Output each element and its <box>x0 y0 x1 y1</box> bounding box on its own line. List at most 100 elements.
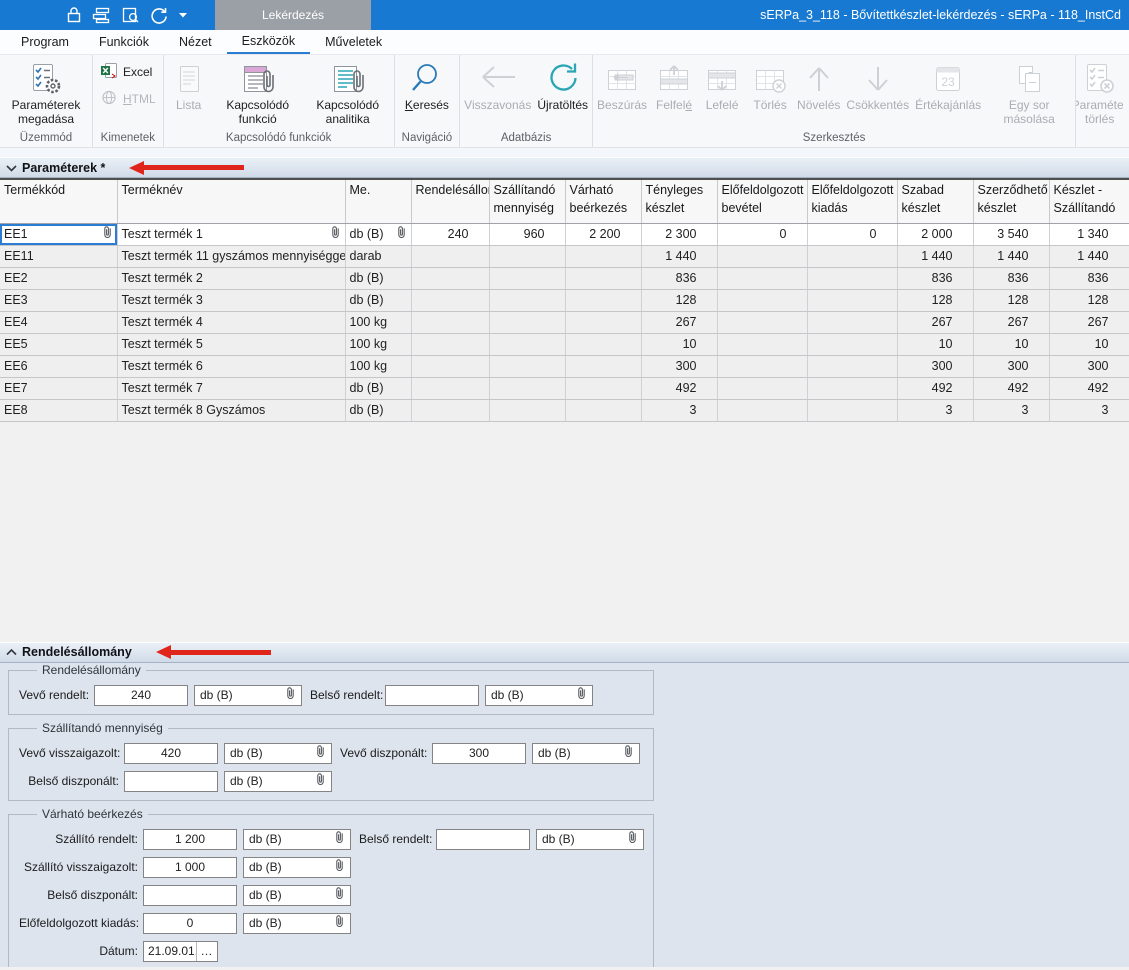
column-header-szabad-keszlet[interactable]: Szabad készlet <box>897 179 973 223</box>
cell-ee11-1[interactable]: Teszt termék 11 gyszámos mennyiséggel <box>117 245 345 267</box>
column-header-elofeldolgozott-bevetel[interactable]: Előfeldolgozott bevétel <box>717 179 807 223</box>
input-belso-diszponalt[interactable] <box>143 885 237 906</box>
cell-ee5-5[interactable] <box>565 333 641 355</box>
column-header-varhato-beerkezes[interactable]: Várható beérkezés <box>565 179 641 223</box>
cell-ee6-3[interactable] <box>411 355 489 377</box>
column-header-elofeldolgozott-kiadas[interactable]: Előfeldolgozott kiadás <box>807 179 897 223</box>
cell-ee4-1[interactable]: Teszt termék 4 <box>117 311 345 333</box>
cell-ee3-1[interactable]: Teszt termék 3 <box>117 289 345 311</box>
cell-ee5-7[interactable] <box>717 333 807 355</box>
ribbon-button-kapcsolodo-analitika[interactable]: Kapcsolódó analitika <box>303 56 393 128</box>
cell-ee6-6[interactable]: 300 <box>641 355 717 377</box>
menu-item-funkciok[interactable]: Funkciók <box>84 30 164 54</box>
column-header-keszlet-szallitando[interactable]: Készlet - Szállítandó <box>1049 179 1129 223</box>
cell-ee7-8[interactable] <box>807 377 897 399</box>
cell-ee2-10[interactable]: 836 <box>973 267 1049 289</box>
input-elofeldolgozott-kiadas[interactable]: 0 <box>143 913 237 934</box>
cell-ee6-4[interactable] <box>489 355 565 377</box>
cell-ee1-5[interactable]: 2 200 <box>565 223 641 245</box>
cell-ee3-2[interactable]: db (B) <box>345 289 411 311</box>
unit-combo-elofeldolgozott-kiadas[interactable]: db (B) <box>243 913 351 934</box>
cell-ee7-3[interactable] <box>411 377 489 399</box>
unit-combo-belso-rendelt[interactable]: db (B) <box>485 685 593 706</box>
input-belso-diszponalt[interactable] <box>124 771 218 792</box>
cell-ee5-0[interactable]: EE5 <box>0 333 117 355</box>
cell-ee8-0[interactable]: EE8 <box>0 399 117 421</box>
cell-ee4-6[interactable]: 267 <box>641 311 717 333</box>
cell-ee8-9[interactable]: 3 <box>897 399 973 421</box>
cell-ee2-3[interactable] <box>411 267 489 289</box>
ribbon-button-excel[interactable]: Excel <box>100 62 152 82</box>
cell-ee1-4[interactable]: 960 <box>489 223 565 245</box>
cell-ee1-2[interactable]: db (B) <box>345 223 411 245</box>
cell-ee6-1[interactable]: Teszt termék 6 <box>117 355 345 377</box>
cell-ee7-6[interactable]: 492 <box>641 377 717 399</box>
menu-item-program[interactable]: Program <box>6 30 84 54</box>
cell-ee8-8[interactable] <box>807 399 897 421</box>
refresh-icon[interactable] <box>149 6 169 24</box>
cell-ee8-5[interactable] <box>565 399 641 421</box>
cell-ee7-0[interactable]: EE7 <box>0 377 117 399</box>
unit-combo-szallito-rendelt[interactable]: db (B) <box>243 829 351 850</box>
cell-ee5-1[interactable]: Teszt termék 5 <box>117 333 345 355</box>
date-field-datum[interactable]: 21.09.01.… <box>143 941 218 962</box>
cell-ee4-10[interactable]: 267 <box>973 311 1049 333</box>
input-szallito-visszaigazolt[interactable]: 1 000 <box>143 857 237 878</box>
ribbon-button-parameterek-megadasa[interactable]: Paraméterek megadása <box>1 56 91 128</box>
document-tab[interactable]: Lekérdezés <box>215 0 371 30</box>
cell-ee2-2[interactable]: db (B) <box>345 267 411 289</box>
unit-combo-belso-rendelt[interactable]: db (B) <box>536 829 644 850</box>
unit-combo-vevo-diszponalt[interactable]: db (B) <box>532 743 640 764</box>
cell-ee11-3[interactable] <box>411 245 489 267</box>
cell-ee5-10[interactable]: 10 <box>973 333 1049 355</box>
cell-ee2-0[interactable]: EE2 <box>0 267 117 289</box>
cell-ee3-9[interactable]: 128 <box>897 289 973 311</box>
cell-ee4-8[interactable] <box>807 311 897 333</box>
input-vevo-rendelt[interactable]: 240 <box>94 685 188 706</box>
cell-ee5-9[interactable]: 10 <box>897 333 973 355</box>
unit-combo-vevo-rendelt[interactable]: db (B) <box>194 685 302 706</box>
cell-ee1-1[interactable]: Teszt termék 1 <box>117 223 345 245</box>
cell-ee8-7[interactable] <box>717 399 807 421</box>
cell-ee2-9[interactable]: 836 <box>897 267 973 289</box>
cell-ee2-1[interactable]: Teszt termék 2 <box>117 267 345 289</box>
menu-item-nezet[interactable]: Nézet <box>164 30 227 54</box>
cell-ee8-2[interactable]: db (B) <box>345 399 411 421</box>
cell-ee4-7[interactable] <box>717 311 807 333</box>
cell-ee8-10[interactable]: 3 <box>973 399 1049 421</box>
column-header-termeknev[interactable]: Terméknév <box>117 179 345 223</box>
ribbon-button-ujratoltes[interactable]: Újratöltés <box>534 56 591 114</box>
chevron-down-icon[interactable] <box>6 164 17 172</box>
cell-ee5-2[interactable]: 100 kg <box>345 333 411 355</box>
cell-ee1-0[interactable]: EE1 <box>0 223 117 245</box>
cell-ee6-8[interactable] <box>807 355 897 377</box>
cell-ee11-10[interactable]: 1 440 <box>973 245 1049 267</box>
cell-ee8-1[interactable]: Teszt termék 8 Gyszámos <box>117 399 345 421</box>
cell-ee3-8[interactable] <box>807 289 897 311</box>
cell-ee2-8[interactable] <box>807 267 897 289</box>
cell-ee7-2[interactable]: db (B) <box>345 377 411 399</box>
cell-ee8-4[interactable] <box>489 399 565 421</box>
cell-ee1-7[interactable]: 0 <box>717 223 807 245</box>
cell-ee1-10[interactable]: 3 540 <box>973 223 1049 245</box>
cell-ee5-11[interactable]: 10 <box>1049 333 1129 355</box>
cell-ee6-7[interactable] <box>717 355 807 377</box>
cell-ee2-5[interactable] <box>565 267 641 289</box>
cell-ee2-4[interactable] <box>489 267 565 289</box>
orders-section-header[interactable]: Rendelésállomány <box>0 642 1129 663</box>
cell-ee3-7[interactable] <box>717 289 807 311</box>
cell-ee11-2[interactable]: darab <box>345 245 411 267</box>
cell-ee11-7[interactable] <box>717 245 807 267</box>
cell-ee11-11[interactable]: 1 440 <box>1049 245 1129 267</box>
cell-ee4-4[interactable] <box>489 311 565 333</box>
cell-ee4-11[interactable]: 267 <box>1049 311 1129 333</box>
menu-item-muveletek[interactable]: Műveletek <box>310 30 397 54</box>
unit-combo-belso-diszponalt[interactable]: db (B) <box>243 885 351 906</box>
input-szallito-rendelt[interactable]: 1 200 <box>143 829 237 850</box>
cell-ee6-9[interactable]: 300 <box>897 355 973 377</box>
cell-ee11-4[interactable] <box>489 245 565 267</box>
cell-ee6-10[interactable]: 300 <box>973 355 1049 377</box>
cell-ee1-11[interactable]: 1 340 <box>1049 223 1129 245</box>
cell-ee6-5[interactable] <box>565 355 641 377</box>
cell-ee7-5[interactable] <box>565 377 641 399</box>
